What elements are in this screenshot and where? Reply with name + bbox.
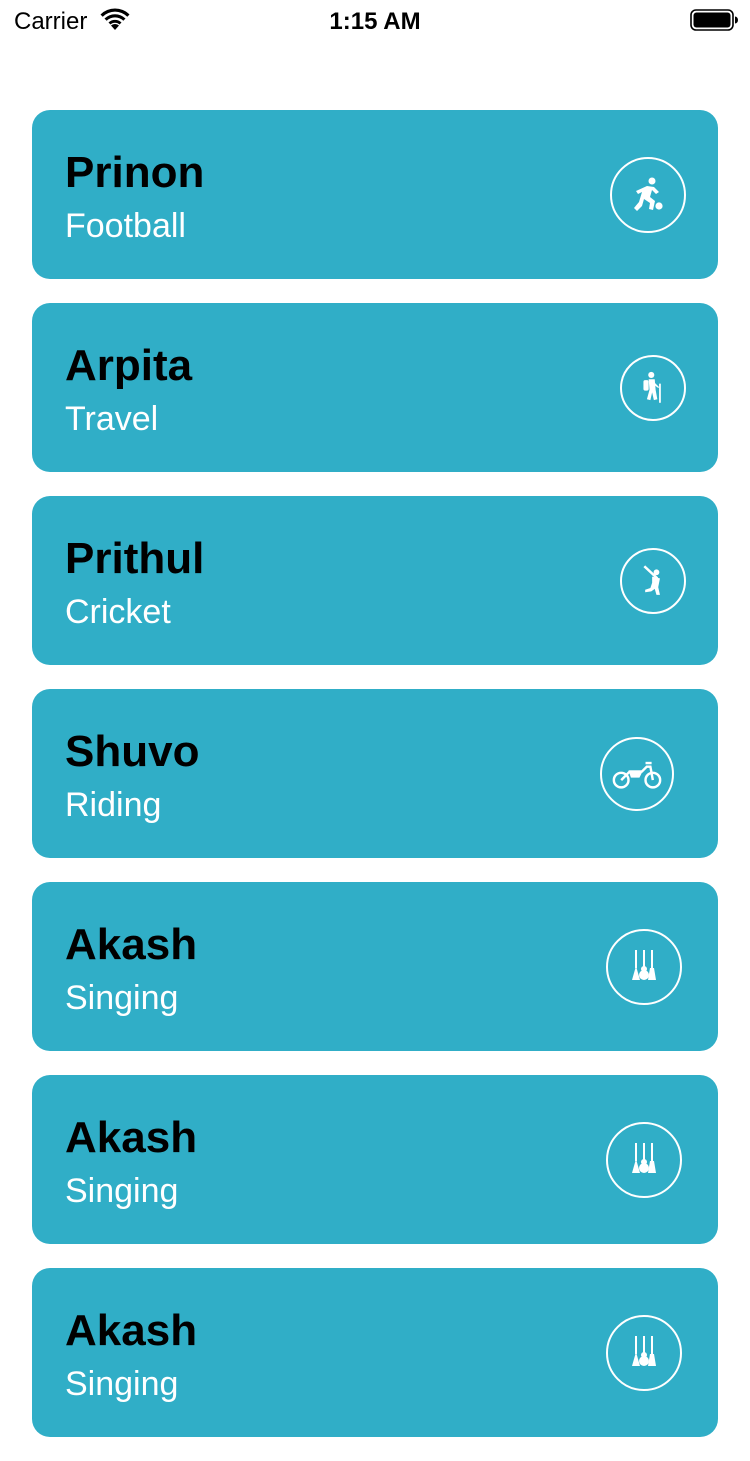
guitars-icon: [606, 928, 682, 1005]
list-item[interactable]: Akash Singing: [32, 882, 718, 1051]
person-hobby: Football: [65, 207, 186, 245]
list-item[interactable]: Shuvo Riding: [32, 689, 718, 858]
list-item[interactable]: Akash Singing: [32, 1075, 718, 1244]
person-hobby: Singing: [65, 979, 179, 1017]
hobby-list[interactable]: Prinon Football Arpita Travel Prithul Cr…: [32, 110, 718, 1461]
status-bar: Carrier 1:15 AM: [0, 0, 750, 40]
person-name: Arpita: [65, 341, 193, 390]
person-hobby: Riding: [65, 786, 162, 824]
person-name: Akash: [65, 1113, 198, 1162]
hiker-icon: [620, 354, 686, 421]
guitars-icon: [606, 1314, 682, 1391]
list-item[interactable]: Arpita Travel: [32, 303, 718, 472]
person-hobby: Singing: [65, 1365, 179, 1403]
person-name: Shuvo: [65, 727, 200, 776]
football-player-icon: [610, 156, 686, 233]
person-name: Akash: [65, 1306, 198, 1355]
person-name: Prithul: [65, 534, 205, 583]
battery-icon: [690, 9, 738, 31]
cricket-batsman-icon: [620, 547, 686, 614]
person-hobby: Cricket: [65, 593, 171, 631]
person-hobby: Singing: [65, 1172, 179, 1210]
person-hobby: Travel: [65, 400, 159, 438]
list-item[interactable]: Prithul Cricket: [32, 496, 718, 665]
person-name: Akash: [65, 920, 198, 969]
motorbike-icon: [600, 736, 674, 811]
list-item[interactable]: Prinon Football: [32, 110, 718, 279]
status-time: 1:15 AM: [329, 8, 421, 35]
list-item[interactable]: Akash Singing: [32, 1268, 718, 1437]
guitars-icon: [606, 1121, 682, 1198]
person-name: Prinon: [65, 148, 205, 197]
